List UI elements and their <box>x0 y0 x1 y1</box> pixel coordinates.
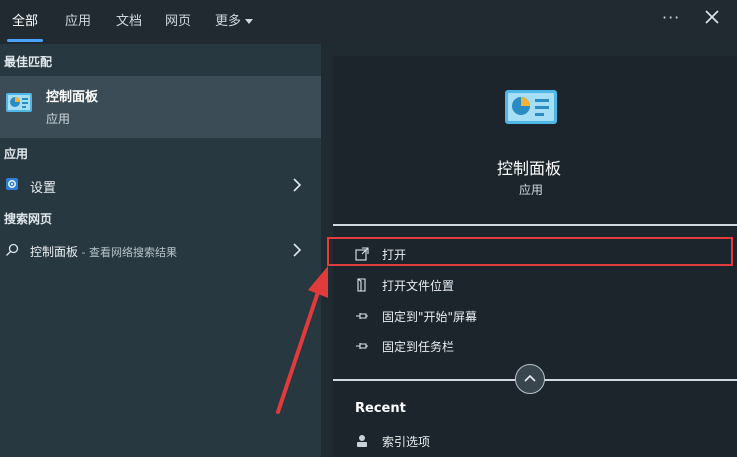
recent-item-label: 索引选项 <box>382 435 431 449</box>
settings-label: 设置 <box>30 181 57 196</box>
web-search-query: 控制面板 - 查看网络搜索结果 <box>30 243 177 260</box>
search-icon <box>6 243 19 256</box>
pin-icon <box>356 313 368 319</box>
best-match-title: 控制面板 <box>46 90 99 105</box>
highlight-box <box>327 237 733 266</box>
control-panel-large-icon <box>505 90 557 124</box>
gear-icon <box>6 178 18 190</box>
tab-more[interactable]: 更多 <box>215 10 254 29</box>
tab-apps[interactable]: 应用 <box>65 10 91 29</box>
settings-item[interactable]: 设置 <box>0 172 321 198</box>
tab-web[interactable]: 网页 <box>165 10 191 29</box>
top-bar: 全部 应用 文档 网页 更多 ··· <box>0 0 737 44</box>
web-search-header: 搜索网页 <box>4 212 53 226</box>
chevron-right-icon <box>293 243 302 257</box>
collapse-button[interactable] <box>515 364 545 394</box>
chevron-down-icon <box>245 19 254 24</box>
tab-more-label: 更多 <box>215 14 242 29</box>
web-search-suffix: - 查看网络搜索结果 <box>78 246 177 259</box>
chevron-up-icon <box>524 374 536 382</box>
control-panel-icon <box>6 93 32 112</box>
chevron-right-icon <box>293 178 302 192</box>
app-subtitle: 应用 <box>519 183 544 197</box>
apps-header: 应用 <box>4 147 29 161</box>
recent-header: Recent <box>355 401 406 416</box>
tab-all[interactable]: 全部 <box>12 10 38 29</box>
best-match-subtitle: 应用 <box>46 112 71 126</box>
folder-icon <box>357 278 366 292</box>
best-match-header: 最佳匹配 <box>4 55 53 69</box>
indexing-options-icon <box>357 435 367 447</box>
action-pin-to-taskbar-label: 固定到任务栏 <box>382 340 455 354</box>
annotation-arrow <box>276 266 328 414</box>
divider-top <box>333 224 737 226</box>
action-open-file-location-label: 打开文件位置 <box>382 279 455 293</box>
more-dots-icon[interactable]: ··· <box>662 8 680 27</box>
action-pin-to-start-label: 固定到"开始"屏幕 <box>382 310 478 324</box>
close-icon[interactable] <box>703 8 721 26</box>
web-search-item[interactable]: 控制面板 - 查看网络搜索结果 <box>0 238 321 264</box>
pin-icon <box>356 343 368 349</box>
tab-documents[interactable]: 文档 <box>116 10 142 29</box>
best-match-item[interactable]: 控制面板 应用 <box>0 76 321 138</box>
web-search-query-text: 控制面板 <box>30 245 79 259</box>
active-tab-indicator <box>7 39 43 42</box>
app-title: 控制面板 <box>497 159 562 178</box>
